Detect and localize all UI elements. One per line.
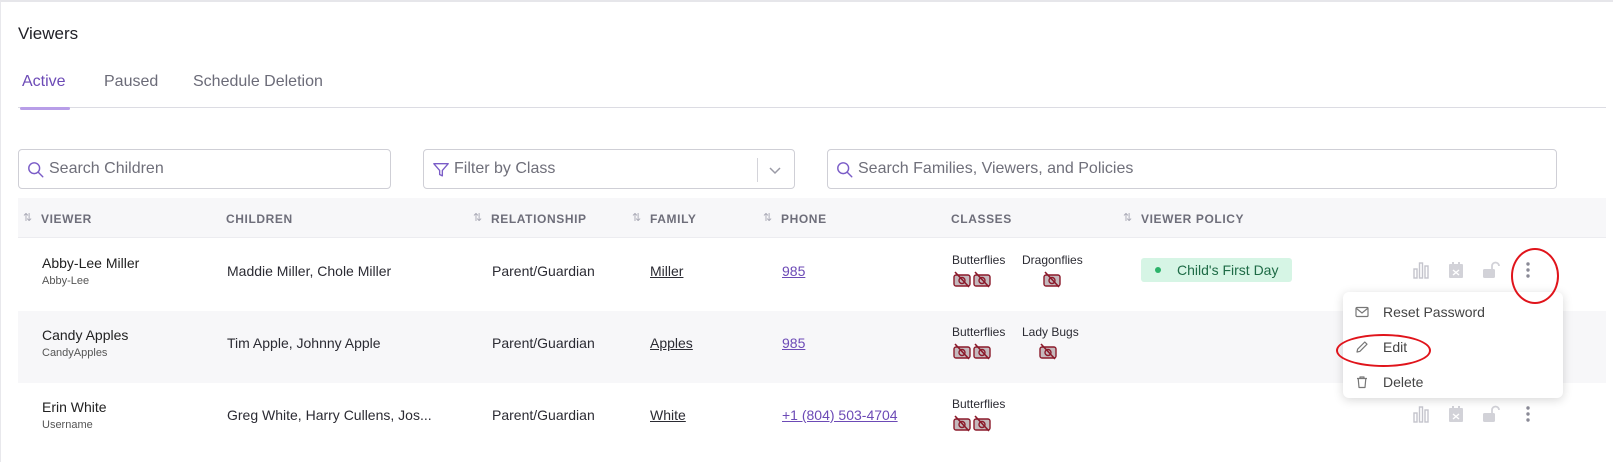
family-link[interactable]: White bbox=[650, 407, 686, 423]
mail-icon bbox=[1355, 306, 1369, 318]
viewer-name: Candy Apples bbox=[42, 327, 129, 343]
menu-item-reset-password[interactable]: Reset Password bbox=[1355, 302, 1551, 324]
column-children: CHILDREN bbox=[226, 212, 293, 226]
viewer-cell: Abby-Lee Miller Abby-Lee bbox=[42, 255, 139, 287]
column-family[interactable]: FAMILY bbox=[650, 212, 697, 226]
camera-off-icon[interactable] bbox=[972, 269, 992, 289]
viewer-username: Username bbox=[42, 419, 93, 431]
filter-class-input[interactable] bbox=[454, 156, 744, 182]
calendar-icon[interactable] bbox=[1446, 260, 1466, 280]
viewer-cell: Erin White Username bbox=[42, 399, 107, 431]
sort-icon[interactable]: ⇅ bbox=[23, 211, 32, 224]
class-group: Butterflies bbox=[952, 325, 1005, 364]
viewer-cell: Candy Apples CandyApples bbox=[42, 327, 128, 359]
column-viewer-policy[interactable]: VIEWER POLICY bbox=[1141, 212, 1244, 226]
menu-item-delete[interactable]: Delete bbox=[1355, 372, 1551, 394]
phone-link[interactable]: 985 bbox=[782, 335, 805, 351]
column-classes: CLASSES bbox=[951, 212, 1012, 226]
class-name: Lady Bugs bbox=[1022, 325, 1079, 339]
sort-icon[interactable]: ⇅ bbox=[632, 211, 641, 224]
sort-icon[interactable]: ⇅ bbox=[763, 211, 772, 224]
sort-icon[interactable]: ⇅ bbox=[1123, 211, 1132, 224]
unlock-icon[interactable] bbox=[1480, 260, 1500, 280]
tab-schedule-deletion[interactable]: Schedule Deletion bbox=[193, 72, 323, 107]
class-group: Lady Bugs bbox=[1022, 325, 1079, 364]
filter-icon bbox=[433, 163, 449, 177]
viewer-username: Abby-Lee bbox=[42, 275, 90, 287]
row-actions-menu: Reset Password Edit Delete bbox=[1343, 292, 1563, 398]
relationship-cell: Parent/Guardian bbox=[492, 335, 595, 351]
menu-item-edit[interactable]: Edit bbox=[1355, 337, 1551, 359]
class-group: Dragonflies bbox=[1022, 253, 1083, 292]
search-families-box bbox=[827, 149, 1557, 189]
select-divider bbox=[757, 158, 758, 182]
pencil-icon bbox=[1356, 341, 1368, 353]
status-dot bbox=[1155, 267, 1161, 274]
more-vertical-icon[interactable] bbox=[1518, 404, 1538, 424]
menu-item-label: Reset Password bbox=[1383, 304, 1485, 320]
search-children-input[interactable] bbox=[49, 156, 379, 182]
search-icon bbox=[837, 162, 853, 178]
search-icon bbox=[28, 162, 44, 178]
family-link[interactable]: Miller bbox=[650, 263, 683, 279]
viewer-name: Abby-Lee Miller bbox=[42, 255, 140, 271]
policy-badge[interactable]: Child's First Day bbox=[1141, 258, 1293, 282]
bar-chart-icon[interactable] bbox=[1411, 260, 1431, 280]
calendar-icon[interactable] bbox=[1446, 404, 1466, 424]
camera-off-icon[interactable] bbox=[972, 413, 992, 433]
table-header: ⇅ VIEWER CHILDREN ⇅ RELATIONSHIP ⇅ FAMIL… bbox=[18, 198, 1606, 238]
tab-paused[interactable]: Paused bbox=[104, 72, 158, 107]
chevron-down-icon[interactable] bbox=[768, 163, 782, 177]
camera-off-icon[interactable] bbox=[952, 341, 972, 361]
viewers-card: Viewers Active Paused Schedule Deletion … bbox=[0, 0, 1613, 462]
column-phone[interactable]: PHONE bbox=[781, 212, 827, 226]
children-cell: Greg White, Harry Cullens, Jos... bbox=[227, 407, 432, 423]
class-group: Butterflies bbox=[952, 253, 1005, 292]
class-group: Butterflies bbox=[952, 397, 1005, 436]
viewer-name: Erin White bbox=[42, 399, 107, 415]
camera-off-icon[interactable] bbox=[1042, 269, 1062, 289]
relationship-cell: Parent/Guardian bbox=[492, 407, 595, 423]
column-relationship[interactable]: RELATIONSHIP bbox=[491, 212, 587, 226]
more-vertical-icon[interactable] bbox=[1518, 260, 1538, 280]
phone-link[interactable]: +1 (804) 503-4704 bbox=[782, 407, 898, 423]
trash-icon bbox=[1357, 376, 1367, 389]
bar-chart-icon[interactable] bbox=[1411, 404, 1431, 424]
phone-link[interactable]: 985 bbox=[782, 263, 805, 279]
tab-active[interactable]: Active bbox=[20, 72, 70, 110]
camera-off-icon[interactable] bbox=[952, 413, 972, 433]
children-cell: Maddie Miller, Chole Miller bbox=[227, 263, 392, 279]
class-name: Butterflies bbox=[952, 325, 1006, 339]
class-name: Dragonflies bbox=[1022, 253, 1083, 267]
relationship-cell: Parent/Guardian bbox=[492, 263, 595, 279]
sort-icon[interactable]: ⇅ bbox=[473, 211, 482, 224]
class-name: Butterflies bbox=[952, 397, 1006, 411]
tab-bar: Active Paused Schedule Deletion bbox=[18, 72, 1606, 110]
page-title: Viewers bbox=[18, 24, 79, 43]
camera-off-icon[interactable] bbox=[972, 341, 992, 361]
camera-off-icon[interactable] bbox=[952, 269, 972, 289]
family-link[interactable]: Apples bbox=[650, 335, 693, 351]
unlock-icon[interactable] bbox=[1480, 404, 1500, 424]
search-children-box bbox=[18, 149, 391, 189]
class-name: Butterflies bbox=[952, 253, 1006, 267]
menu-item-label: Delete bbox=[1383, 374, 1424, 390]
filter-class-select[interactable] bbox=[423, 149, 795, 189]
column-viewer[interactable]: VIEWER bbox=[41, 212, 92, 226]
camera-off-icon[interactable] bbox=[1038, 341, 1058, 361]
policy-label: Child's First Day bbox=[1177, 262, 1279, 278]
search-families-input[interactable] bbox=[858, 156, 1538, 182]
menu-item-label: Edit bbox=[1383, 339, 1408, 355]
viewer-username: CandyApples bbox=[42, 347, 108, 359]
children-cell: Tim Apple, Johnny Apple bbox=[227, 335, 381, 351]
